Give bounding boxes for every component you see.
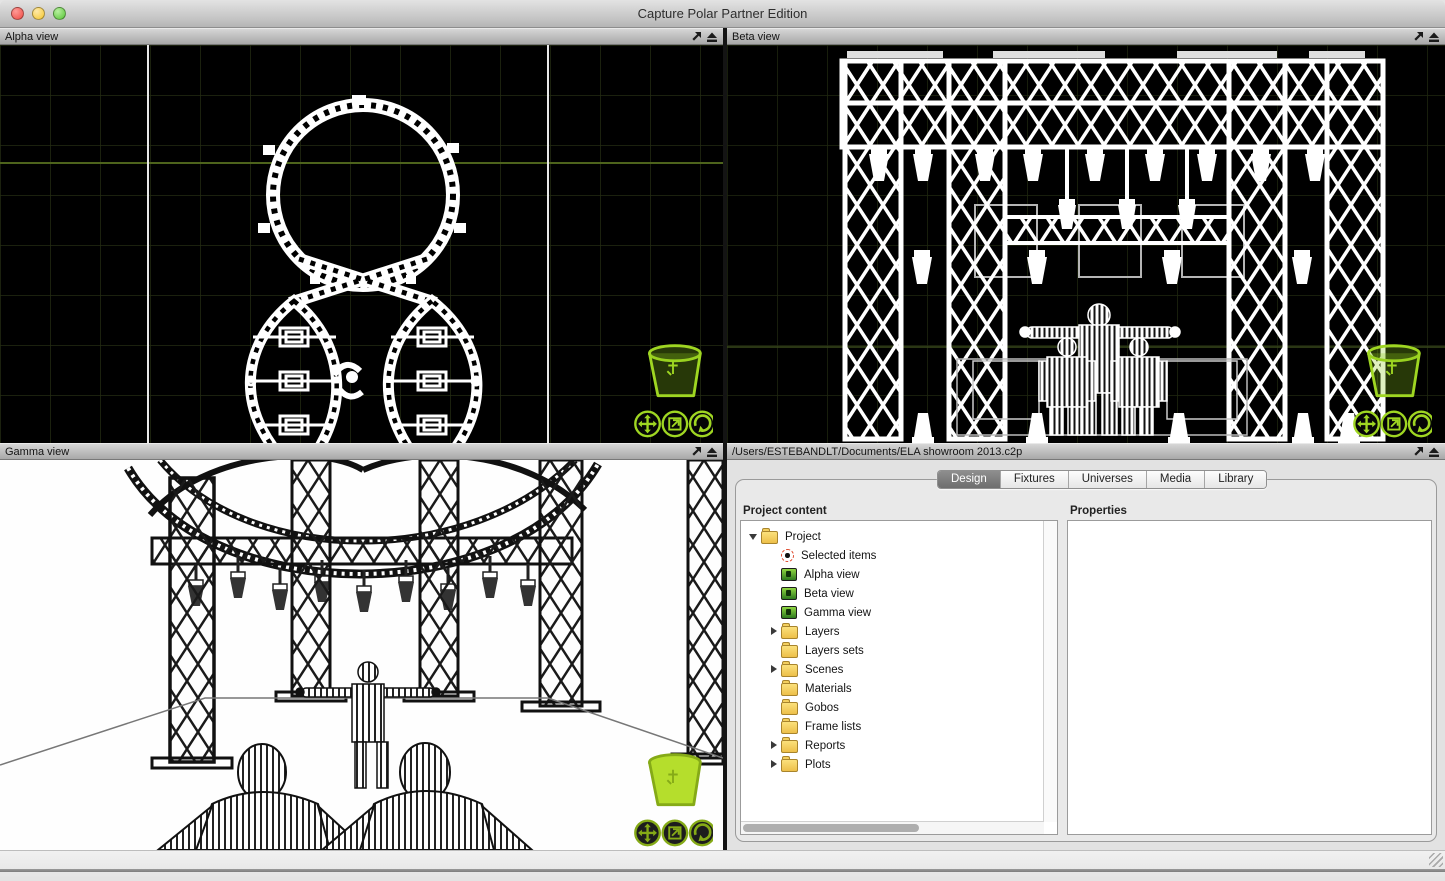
gamma-viewport[interactable] — [0, 460, 723, 850]
folder-icon — [781, 626, 798, 639]
tree-item-label: Reports — [804, 740, 845, 752]
arrow-spacer — [768, 570, 781, 580]
tree-item-frame-lists[interactable]: Frame lists — [742, 717, 1043, 736]
tree-horizontal-scrollbar[interactable] — [741, 821, 1044, 834]
tree-item-label: Frame lists — [804, 721, 861, 733]
tree-item-label: Materials — [804, 683, 852, 695]
folder-icon — [781, 740, 798, 753]
tree-item-label: Alpha view — [803, 569, 860, 581]
tree-item-label: Project — [784, 531, 821, 543]
document-header[interactable]: /Users/ESTEBANDLT/Documents/ELA showroom… — [727, 443, 1445, 460]
minimize-window-button[interactable] — [32, 7, 45, 20]
tree-item-label: Layers sets — [804, 645, 864, 657]
folder-icon — [781, 683, 798, 696]
folder-icon — [781, 702, 798, 715]
resize-grip[interactable] — [1429, 853, 1443, 867]
eject-pane-icon[interactable] — [1428, 446, 1440, 458]
properties-panel — [1067, 520, 1432, 835]
close-window-button[interactable] — [11, 7, 24, 20]
tree-item-gobos[interactable]: Gobos — [742, 698, 1043, 717]
folder-icon — [781, 721, 798, 734]
selection-icon — [781, 549, 794, 562]
eject-pane-icon[interactable] — [1428, 31, 1440, 43]
section-tabs: DesignFixturesUniversesMediaLibrary — [937, 470, 1267, 489]
eject-pane-icon[interactable] — [706, 31, 718, 43]
document-path: /Users/ESTEBANDLT/Documents/ELA showroom… — [732, 446, 1022, 458]
scrollbar-thumb[interactable] — [743, 824, 919, 832]
tab-universes[interactable]: Universes — [1069, 471, 1147, 488]
tree-item-materials[interactable]: Materials — [742, 679, 1043, 698]
folder-icon — [761, 531, 778, 544]
folder-icon — [781, 759, 798, 772]
view-icon — [781, 568, 797, 581]
tree-item-gamma-view[interactable]: Gamma view — [742, 603, 1043, 622]
gamma-nav-widget[interactable] — [633, 750, 713, 848]
arrow-spacer — [768, 684, 781, 694]
tree-item-layers-sets[interactable]: Layers sets — [742, 641, 1043, 660]
alpha-view-header[interactable]: Alpha view — [0, 28, 723, 45]
alpha-viewport[interactable] — [0, 45, 723, 443]
document-pane: DesignFixturesUniversesMediaLibrary Proj… — [727, 460, 1445, 850]
beta-nav-widget[interactable] — [1352, 341, 1432, 439]
project-content-tree: Project Selected items Alpha view Beta view… — [740, 520, 1058, 835]
tab-media[interactable]: Media — [1147, 471, 1205, 488]
tree-item-plots[interactable]: Plots — [742, 755, 1043, 774]
tree-item-label: Beta view — [803, 588, 854, 600]
window-title: Capture Polar Partner Edition — [0, 0, 1445, 27]
folder-icon — [781, 664, 798, 677]
detach-pane-icon[interactable] — [1412, 446, 1424, 458]
eject-pane-icon[interactable] — [706, 446, 718, 458]
window-bottom-bar — [0, 850, 1445, 881]
folder-icon — [781, 645, 798, 658]
expand-arrow-icon[interactable] — [768, 665, 781, 675]
tree-item-label: Selected items — [800, 550, 876, 562]
view-icon — [781, 587, 797, 600]
tree-item-beta-view[interactable]: Beta view — [742, 584, 1043, 603]
gamma-view-title: Gamma view — [5, 446, 69, 458]
gamma-view-header[interactable]: Gamma view — [0, 443, 723, 460]
arrow-spacer — [768, 589, 781, 599]
project-content-label: Project content — [743, 505, 827, 517]
tree-item-alpha-view[interactable]: Alpha view — [742, 565, 1043, 584]
detach-pane-icon[interactable] — [690, 31, 702, 43]
alpha-view-title: Alpha view — [5, 31, 58, 43]
tree-item-label: Gamma view — [803, 607, 871, 619]
arrow-spacer — [768, 703, 781, 713]
alpha-nav-widget[interactable] — [633, 341, 713, 439]
tree-item-layers[interactable]: Layers — [742, 622, 1043, 641]
expand-arrow-icon[interactable] — [768, 760, 781, 770]
tab-library[interactable]: Library — [1205, 471, 1266, 488]
properties-label: Properties — [1070, 505, 1127, 517]
zoom-window-button[interactable] — [53, 7, 66, 20]
tree-item-reports[interactable]: Reports — [742, 736, 1043, 755]
expand-arrow-icon[interactable] — [768, 627, 781, 637]
traffic-lights — [11, 7, 66, 20]
arrow-spacer — [768, 608, 781, 618]
tree-item-selected-items[interactable]: Selected items — [742, 546, 1043, 565]
expand-arrow-icon[interactable] — [768, 741, 781, 751]
tree-item-label: Plots — [804, 759, 831, 771]
beta-view-header[interactable]: Beta view — [727, 28, 1445, 45]
tree-item-label: Gobos — [804, 702, 839, 714]
tree-item-label: Scenes — [804, 664, 843, 676]
tab-fixtures[interactable]: Fixtures — [1001, 471, 1069, 488]
detach-pane-icon[interactable] — [690, 446, 702, 458]
tab-design[interactable]: Design — [938, 471, 1001, 488]
collapse-arrow-icon[interactable] — [748, 532, 761, 542]
arrow-spacer — [768, 722, 781, 732]
beta-viewport[interactable] — [727, 45, 1445, 443]
tree-vertical-scrollbar[interactable] — [1043, 521, 1057, 822]
beta-view-title: Beta view — [732, 31, 780, 43]
arrow-spacer — [768, 646, 781, 656]
tree-item-label: Layers — [804, 626, 840, 638]
app-window: Capture Polar Partner Edition Alpha view… — [0, 0, 1445, 881]
view-icon — [781, 606, 797, 619]
detach-pane-icon[interactable] — [1412, 31, 1424, 43]
tree-item-scenes[interactable]: Scenes — [742, 660, 1043, 679]
window-titlebar[interactable]: Capture Polar Partner Edition — [0, 0, 1445, 28]
arrow-spacer — [768, 551, 781, 561]
tree-item-project[interactable]: Project — [742, 527, 1043, 546]
